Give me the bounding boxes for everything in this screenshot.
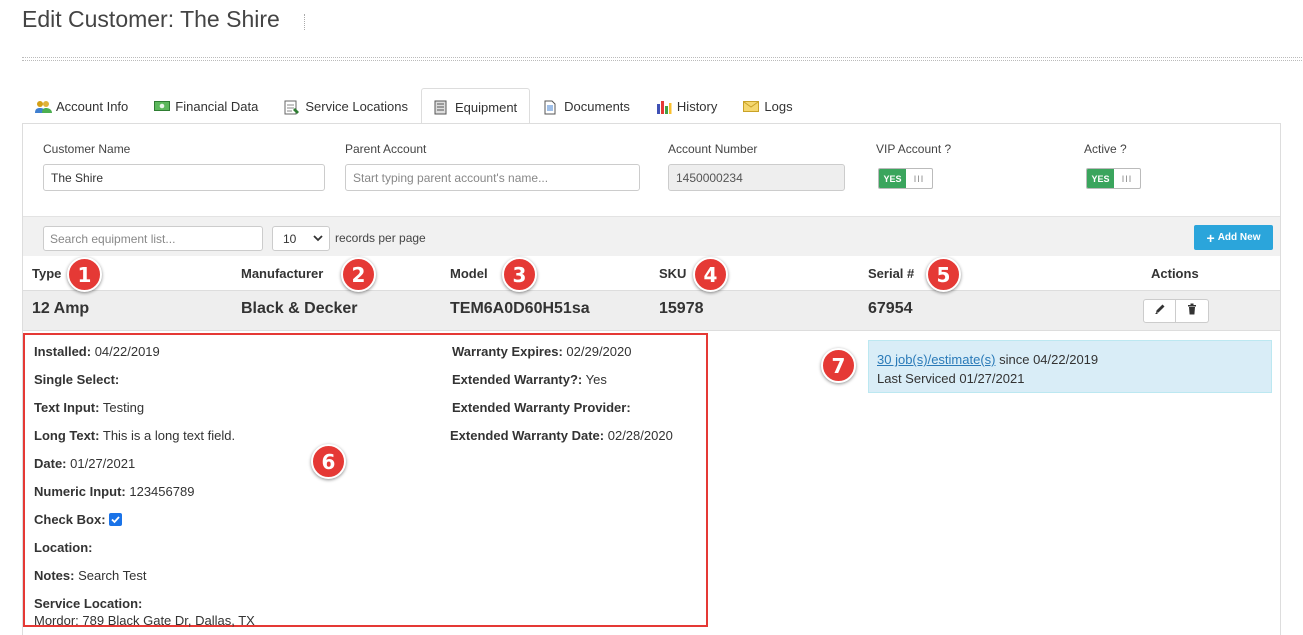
annotation-marker-7: 7 xyxy=(821,348,856,383)
annotation-marker-6: 6 xyxy=(311,444,346,479)
parent-account-input[interactable] xyxy=(345,164,640,191)
records-per-page-label: records per page xyxy=(335,231,426,245)
active-label: Active ? xyxy=(1084,142,1127,156)
equipment-search-input[interactable] xyxy=(43,226,263,251)
detail-notes: Notes: Search Test xyxy=(34,568,147,583)
last-serviced: Last Serviced 01/27/2021 xyxy=(877,371,1025,386)
equipment-details: Installed: 04/22/2019 Single Select: Tex… xyxy=(23,333,708,628)
title-caret xyxy=(304,14,305,30)
delete-button[interactable] xyxy=(1176,299,1209,323)
bar-chart-icon xyxy=(656,100,672,114)
trash-icon xyxy=(1187,302,1197,320)
tab-label: Documents xyxy=(564,99,630,114)
customer-name-label: Customer Name xyxy=(43,142,131,156)
detail-warranty-expires: Warranty Expires: 02/29/2020 xyxy=(452,344,632,359)
detail-numeric-input: Numeric Input: 123456789 xyxy=(34,484,195,499)
records-per-page-select[interactable]: 10 xyxy=(272,226,330,251)
checkbox-checked-icon[interactable] xyxy=(109,513,123,529)
detail-service-location: Service Location: xyxy=(34,596,143,611)
tab-bar: Account Info Financial Data Service Loca… xyxy=(22,88,1282,125)
detail-service-location-value: Mordor: 789 Black Gate Dr, Dallas, TX xyxy=(34,613,255,628)
page-title: Edit Customer: The Shire xyxy=(22,6,280,32)
detail-location: Location: xyxy=(34,540,93,555)
jobs-estimates-link[interactable]: 30 job(s)/estimate(s) xyxy=(877,352,995,367)
tab-financial-data[interactable]: Financial Data xyxy=(141,88,271,124)
service-since: since 04/22/2019 xyxy=(999,352,1099,367)
service-info-box: 30 job(s)/estimate(s) since 04/22/2019 L… xyxy=(868,340,1272,393)
column-header-serial[interactable]: Serial # xyxy=(868,266,914,281)
cell-manufacturer: Black & Decker xyxy=(241,300,358,317)
detail-single-select: Single Select: xyxy=(34,372,120,387)
annotation-marker-3: 3 xyxy=(502,257,537,292)
tab-label: Account Info xyxy=(56,99,129,114)
equipment-panel: Customer Name Parent Account Account Num… xyxy=(22,123,1281,635)
table-row[interactable] xyxy=(23,290,1280,331)
equipment-toolbar: 10 records per page + Add New xyxy=(23,216,1280,256)
detail-long-text: Long Text: This is a long text field. xyxy=(34,428,236,443)
column-header-sku[interactable]: SKU xyxy=(659,266,686,281)
toggle-knob: III xyxy=(1121,173,1133,184)
tab-equipment[interactable]: Equipment xyxy=(421,88,531,125)
detail-extended-warranty-provider: Extended Warranty Provider: xyxy=(452,400,631,415)
plus-icon: + xyxy=(1206,229,1215,246)
toggle-on-label: YES xyxy=(879,169,906,188)
tab-account-info[interactable]: Account Info xyxy=(22,88,141,124)
cell-sku: 15978 xyxy=(659,300,704,317)
detail-extended-warranty-date: Extended Warranty Date: 02/28/2020 xyxy=(450,428,673,443)
active-toggle[interactable]: YES III xyxy=(1086,168,1141,189)
tab-documents[interactable]: Documents xyxy=(530,88,643,124)
document-icon xyxy=(543,100,559,114)
parent-account-label: Parent Account xyxy=(345,142,427,156)
account-number-input xyxy=(668,164,845,191)
vip-account-toggle[interactable]: YES III xyxy=(878,168,933,189)
customer-name-input[interactable] xyxy=(43,164,325,191)
records-per-page-value: 10 xyxy=(283,231,297,246)
cell-model: TEM6A0D60H51sa xyxy=(450,300,590,317)
tab-label: Logs xyxy=(764,99,793,114)
cell-serial: 67954 xyxy=(868,300,913,317)
tab-label: Service Locations xyxy=(305,99,409,114)
chevron-down-icon xyxy=(313,233,323,246)
tab-logs[interactable]: Logs xyxy=(730,88,805,124)
server-icon xyxy=(434,100,450,115)
annotation-marker-4: 4 xyxy=(693,257,728,292)
tab-label: Equipment xyxy=(455,99,518,115)
detail-date: Date: 01/27/2021 xyxy=(34,456,136,471)
detail-check-box: Check Box: xyxy=(34,512,123,529)
edit-button[interactable] xyxy=(1143,299,1176,323)
annotation-marker-5: 5 xyxy=(926,257,961,292)
column-header-manufacturer[interactable]: Manufacturer xyxy=(241,266,323,281)
column-header-model[interactable]: Model xyxy=(450,266,488,281)
tab-service-locations[interactable]: Service Locations xyxy=(271,88,421,124)
column-header-actions: Actions xyxy=(1151,266,1199,281)
envelope-icon xyxy=(743,100,760,114)
detail-text-input: Text Input: Testing xyxy=(34,400,145,415)
account-number-label: Account Number xyxy=(668,142,758,156)
annotation-marker-2: 2 xyxy=(341,257,376,292)
tab-label: History xyxy=(676,99,718,114)
add-new-button[interactable]: + Add New xyxy=(1194,225,1273,250)
title-separator xyxy=(22,57,1302,61)
tab-history[interactable]: History xyxy=(643,88,730,124)
map-icon xyxy=(284,100,300,114)
tab-label: Financial Data xyxy=(175,99,259,114)
users-icon xyxy=(35,100,52,114)
cell-type: 12 Amp xyxy=(32,300,90,317)
detail-extended-warranty: Extended Warranty?: Yes xyxy=(452,372,607,387)
vip-account-label: VIP Account ? xyxy=(876,142,952,156)
detail-installed: Installed: 04/22/2019 xyxy=(34,344,160,359)
column-header-type[interactable]: Type xyxy=(32,266,61,281)
pencil-icon xyxy=(1154,302,1166,320)
add-new-label: Add New xyxy=(1217,232,1261,243)
annotation-marker-1: 1 xyxy=(67,257,102,292)
money-icon xyxy=(154,100,171,114)
toggle-knob: III xyxy=(913,173,925,184)
toggle-on-label: YES xyxy=(1087,169,1114,188)
